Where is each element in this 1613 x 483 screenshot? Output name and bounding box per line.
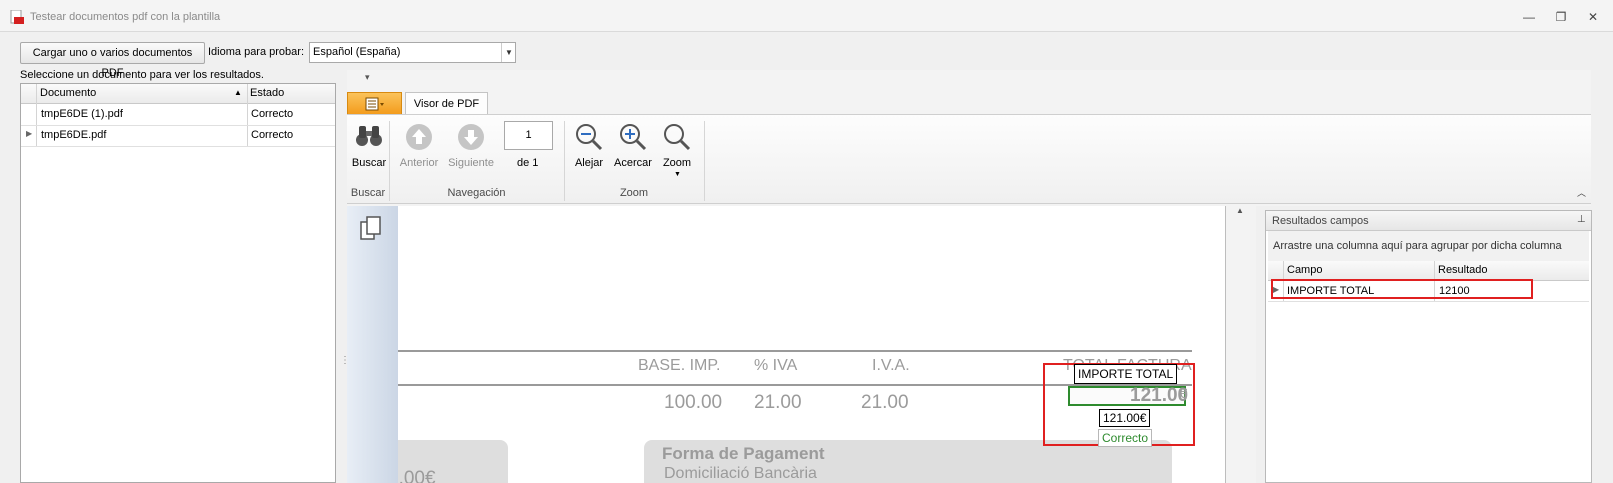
acercar-label: Acercar — [614, 157, 652, 169]
pdf-payment-method: Domiciliació Bancària — [664, 465, 817, 482]
restore-icon[interactable]: ❐ — [1549, 8, 1573, 26]
zoom-out-icon — [576, 124, 603, 151]
documents-grid-header: Documento ▲ Estado — [21, 84, 335, 104]
pdf-header-iva: I.V.A. — [872, 357, 910, 374]
group-by-hint: Arrastre una columna aquí para agrupar p… — [1273, 240, 1562, 252]
results-panel-header: Resultados campos ⊥ — [1266, 211, 1591, 231]
pdf-header-iva-pct: % IVA — [754, 357, 798, 374]
row-estado: Correcto — [251, 129, 294, 141]
quick-access-icon[interactable]: ▾ — [365, 72, 370, 83]
arrow-down-icon — [458, 124, 484, 150]
viewer-scrollbar[interactable]: ▲ — [1226, 206, 1256, 483]
ribbon-content: Buscar Buscar Anterior Siguiente 1 de 1 … — [347, 114, 1591, 204]
language-label: Idioma para probar: — [208, 46, 304, 58]
chevron-down-icon: ▼ — [674, 171, 681, 178]
pages-icon[interactable] — [360, 216, 382, 242]
result-highlight-box — [1271, 279, 1533, 299]
column-header-resultado[interactable]: Resultado — [1438, 264, 1488, 276]
field-value-tag: 121.00€ — [1099, 409, 1151, 427]
field-status-tag: Correcto — [1098, 429, 1153, 447]
siguiente-label: Siguiente — [448, 157, 494, 169]
group-by-area[interactable]: Arrastre una columna aquí para agrupar p… — [1268, 231, 1589, 261]
row-indicator-icon: ▶ — [26, 129, 33, 138]
results-panel-title: Resultados campos — [1272, 215, 1369, 227]
tab-visor-pdf[interactable]: Visor de PDF — [405, 92, 488, 115]
close-icon[interactable]: ✕ — [1581, 8, 1605, 26]
pdf-rule-top — [398, 350, 1192, 352]
zoom-icon — [664, 124, 691, 151]
pdf-box-left: 1.00€ — [398, 440, 508, 483]
anterior-button[interactable]: Anterior — [397, 121, 441, 181]
load-pdf-button[interactable]: Cargar uno o varios documentos PDF — [20, 42, 205, 79]
zoom-label: Zoom — [662, 157, 692, 169]
page-of-label: de 1 — [517, 157, 539, 169]
column-header-campo[interactable]: Campo — [1287, 264, 1322, 276]
matched-field-box[interactable]: 121.00 € — [1068, 385, 1188, 406]
pdf-header-base: BASE. IMP. — [638, 357, 721, 374]
ribbon-app-menu[interactable] — [347, 92, 402, 115]
sort-ascending-icon: ▲ — [234, 88, 242, 97]
language-select-value: Español (España) — [313, 46, 401, 58]
group-navegacion: Navegación — [447, 187, 506, 199]
minimize-icon[interactable]: — — [1517, 8, 1541, 26]
zoom-in-icon — [620, 124, 647, 151]
chevron-down-icon[interactable]: ▼ — [501, 43, 516, 62]
row-documento: tmpE6DE.pdf — [41, 129, 107, 141]
scroll-up-icon[interactable]: ▲ — [1236, 206, 1244, 215]
group-buscar: Buscar — [350, 187, 386, 199]
buscar-label: Buscar — [351, 157, 387, 169]
anterior-label: Anterior — [399, 157, 439, 169]
acercar-button[interactable]: Acercar — [611, 121, 655, 181]
alejar-label: Alejar — [574, 157, 604, 169]
column-header-estado[interactable]: Estado — [250, 87, 284, 99]
pdf-left-fragment: 1.00€ — [398, 468, 436, 483]
siguiente-button[interactable]: Siguiente — [447, 121, 495, 181]
pdf-value-iva-pct: 21.00 — [754, 392, 802, 413]
table-row[interactable]: tmpE6DE (1).pdf Correcto — [21, 104, 335, 125]
binoculars-icon — [356, 126, 382, 146]
pdf-app-icon — [10, 10, 24, 24]
pdf-value-iva: 21.00 — [861, 392, 909, 413]
collapse-ribbon-icon[interactable]: ︿ — [1577, 186, 1586, 199]
results-grid-header: Campo Resultado — [1268, 261, 1589, 281]
row-estado: Correcto — [251, 108, 294, 120]
pin-icon[interactable]: ⊥ — [1577, 214, 1586, 225]
results-panel: Resultados campos ⊥ Arrastre una columna… — [1265, 210, 1592, 483]
pdf-ribbon: ▾ Visor de PDF Buscar Buscar Anterior Si… — [347, 70, 1591, 206]
thumbnails-strip — [347, 206, 398, 483]
group-zoom: Zoom — [619, 187, 649, 199]
menu-icon — [365, 97, 384, 111]
title-bar: Testear documentos pdf con la plantilla … — [0, 0, 1613, 32]
alejar-button[interactable]: Alejar — [571, 121, 607, 181]
pdf-page: BASE. IMP. % IVA I.V.A. TOTAL FACTURA 10… — [398, 206, 1226, 483]
language-select[interactable]: Español (España) ▼ — [309, 42, 516, 63]
pdf-value-base: 100.00 — [664, 392, 723, 413]
documents-grid: Documento ▲ Estado tmpE6DE (1).pdf Corre… — [20, 83, 336, 483]
zoom-dropdown-button[interactable]: Zoom ▼ — [659, 121, 695, 189]
arrow-up-icon — [406, 124, 432, 150]
row-documento: tmpE6DE (1).pdf — [41, 108, 123, 120]
page-number-input[interactable]: 1 — [504, 121, 553, 150]
table-row[interactable]: ▶ tmpE6DE.pdf Correcto — [21, 125, 335, 146]
pdf-box-payment: Forma de Pagament Domiciliació Bancària — [644, 440, 1172, 483]
buscar-button[interactable]: Buscar — [349, 121, 389, 181]
pdf-payment-title: Forma de Pagament — [662, 444, 825, 463]
column-header-documento[interactable]: Documento — [40, 87, 96, 99]
select-document-hint: Seleccione un documento para ver los res… — [20, 69, 264, 81]
field-name-tag: IMPORTE TOTAL — [1074, 364, 1178, 384]
window-title: Testear documentos pdf con la plantilla — [30, 11, 221, 23]
pdf-currency: € — [1179, 385, 1188, 402]
